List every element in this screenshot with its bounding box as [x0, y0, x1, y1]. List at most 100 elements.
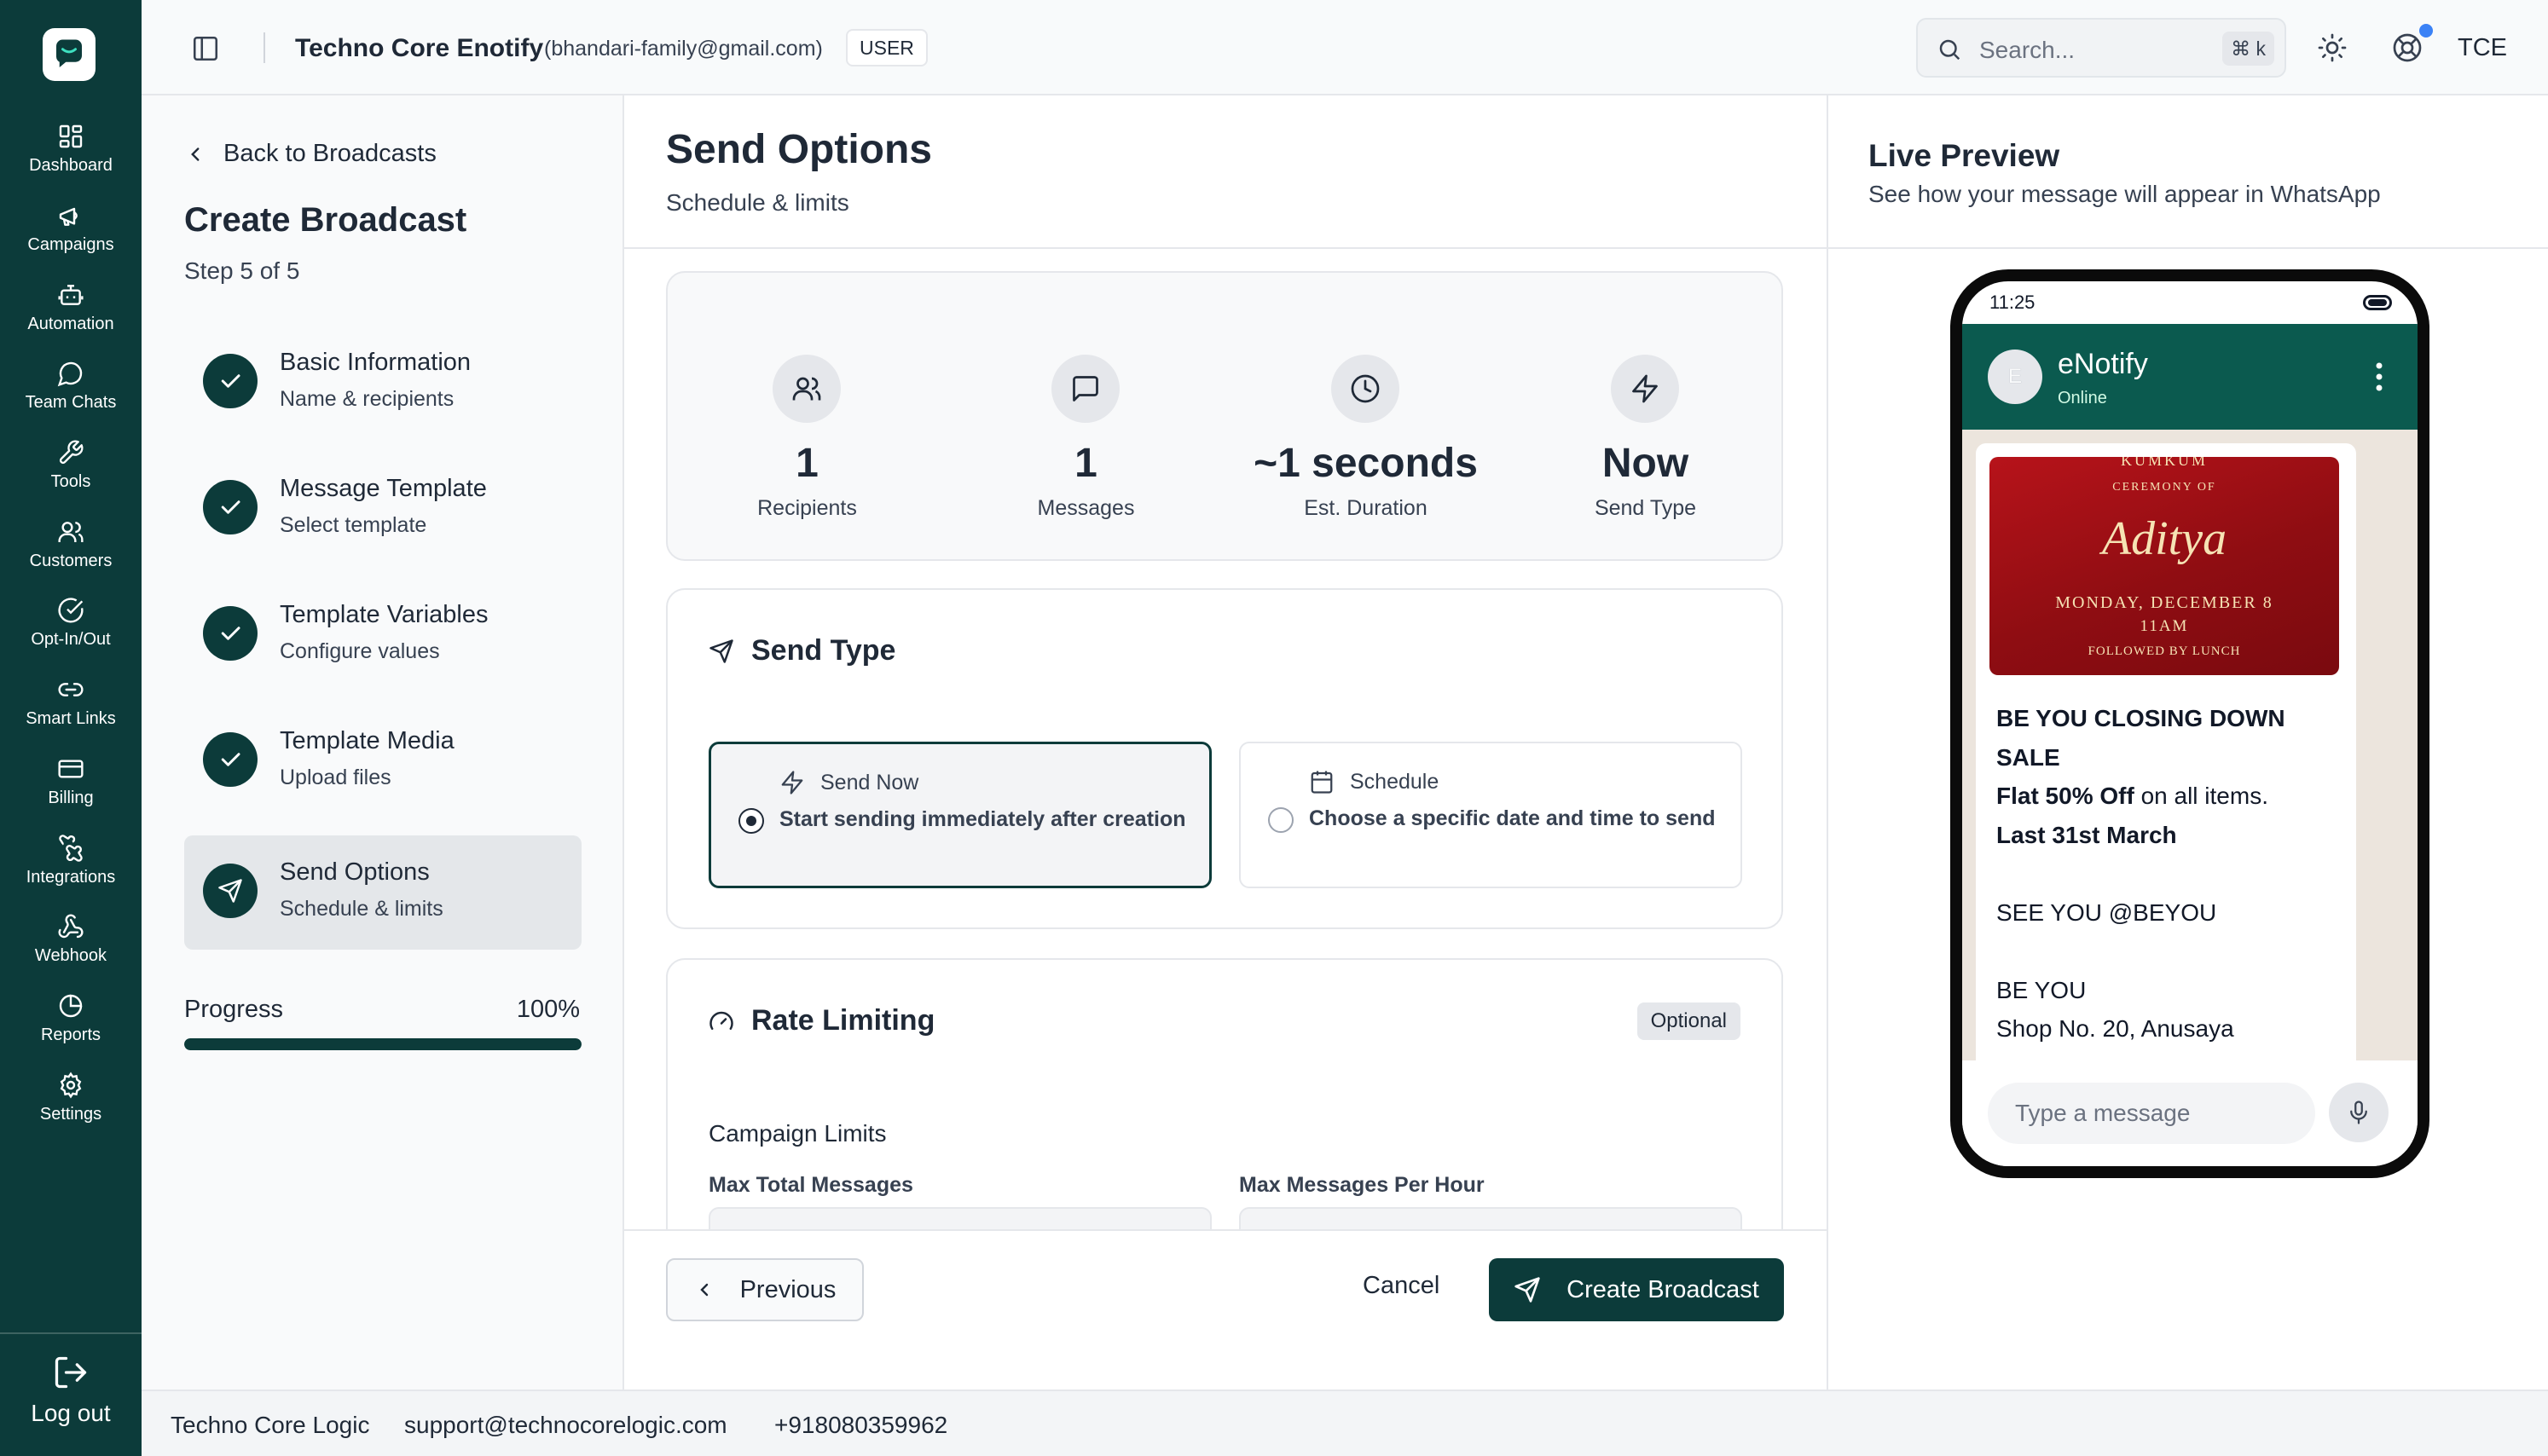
sidebar-item-label: Campaigns: [27, 235, 114, 255]
progress-bar-fill: [184, 1038, 582, 1050]
app-logo[interactable]: [43, 28, 96, 81]
back-label: Back to Broadcasts: [223, 140, 437, 167]
search-placeholder: Search...: [1979, 37, 2076, 63]
stat-icon-wrap: [1611, 355, 1679, 423]
chat-bubble-icon: [57, 362, 83, 387]
check-icon: [221, 753, 240, 766]
sidebar-nav: Dashboard Campaigns Automation Team Chat…: [0, 109, 142, 1136]
footer-phone[interactable]: +918080359962: [774, 1412, 947, 1439]
sidebar-item-automation[interactable]: Automation: [0, 267, 142, 346]
cancel-button[interactable]: Cancel: [1363, 1272, 1439, 1300]
more-vertical-icon[interactable]: [2375, 361, 2383, 392]
search-shortcut: ⌘ k: [2222, 32, 2274, 66]
check-icon: [221, 627, 240, 640]
sun-icon[interactable]: [2317, 32, 2348, 63]
step-desc: Name & recipients: [280, 387, 455, 411]
message-media-image: KUMKUM CEREMONY OF Aditya MONDAY, DECEMB…: [1989, 457, 2339, 675]
page-title: Send Options: [666, 127, 932, 172]
avatar-initial: E: [2007, 365, 2022, 388]
webhook-icon: [58, 914, 84, 939]
gear-icon: [60, 1072, 82, 1099]
option-desc: Choose a specific date and time to send: [1309, 806, 1716, 830]
create-broadcast-button[interactable]: Create Broadcast: [1489, 1258, 1784, 1321]
main-header: Send Options Schedule & limits: [624, 95, 1827, 249]
step-basic-information[interactable]: Basic Information Name & recipients: [184, 326, 582, 440]
account-email: (bhandari-family@gmail.com): [544, 37, 823, 61]
sidebar-toggle-icon[interactable]: [191, 34, 220, 63]
send-type-heading: Send Type: [709, 634, 895, 667]
card-title: Send Type: [751, 634, 896, 667]
message-square-icon: [1073, 376, 1098, 402]
message-line: Flat 50% Off: [1996, 783, 2134, 809]
optional-badge: Optional: [1636, 1002, 1740, 1040]
sidebar-item-customers[interactable]: Customers: [0, 504, 142, 583]
stat-label: Messages: [1037, 496, 1135, 520]
step-done-badge: [203, 606, 258, 661]
search-input[interactable]: Search... ⌘ k: [1916, 18, 2286, 78]
option-header: Send Now: [779, 770, 918, 795]
org-name: Techno Core Enotify: [295, 34, 544, 62]
lifebuoy-icon[interactable]: [2392, 32, 2423, 63]
page-subtitle: Schedule & limits: [666, 189, 849, 216]
user-menu[interactable]: TCE: [2458, 34, 2507, 62]
step-send-options[interactable]: Send Options Schedule & limits: [184, 835, 582, 950]
sidebar-item-opt-in-out[interactable]: Opt-In/Out: [0, 583, 142, 662]
step-template-variables[interactable]: Template Variables Configure values: [184, 578, 582, 692]
sidebar-item-webhook[interactable]: Webhook: [0, 899, 142, 979]
clock-icon: [1351, 374, 1380, 403]
main-scroll-area[interactable]: 1 Recipients 1 Messages ~1 seconds Est. …: [624, 251, 1827, 1325]
media-text: KUMKUM: [2120, 457, 2208, 469]
previous-button[interactable]: Previous: [666, 1258, 864, 1321]
sidebar-item-reports[interactable]: Reports: [0, 979, 142, 1058]
sidebar-item-label: Integrations: [26, 867, 116, 887]
sidebar-item-dashboard[interactable]: Dashboard: [0, 109, 142, 188]
step-template-media[interactable]: Template Media Upload files: [184, 704, 582, 818]
radio-button[interactable]: [738, 808, 764, 834]
link-icon: [58, 683, 84, 697]
mic-button[interactable]: [2329, 1083, 2389, 1142]
logout-icon: [55, 1356, 87, 1389]
card-title: Rate Limiting: [751, 1004, 935, 1037]
lightning-icon: [1632, 374, 1658, 403]
credit-card-icon: [58, 760, 84, 778]
stat-value: 1: [1074, 441, 1097, 486]
back-to-broadcasts-link[interactable]: Back to Broadcasts: [184, 140, 437, 168]
sidebar-item-billing[interactable]: Billing: [0, 742, 142, 821]
message-line: SEE YOU @BEYOU: [1996, 898, 2217, 926]
bot-icon: [58, 284, 84, 305]
max-total-messages-label: Max Total Messages: [709, 1173, 913, 1197]
send-now-option[interactable]: Send Now Start sending immediately after…: [709, 742, 1212, 888]
message-line: Shop No. 20, Anusaya: [1996, 1015, 2234, 1042]
sidebar-item-integrations[interactable]: Integrations: [0, 820, 142, 899]
step-done-badge: [203, 732, 258, 787]
role-badge: USER: [846, 29, 928, 66]
radio-button[interactable]: [1268, 807, 1294, 833]
step-message-template[interactable]: Message Template Select template: [184, 452, 582, 566]
sidebar-item-tools[interactable]: Tools: [0, 425, 142, 505]
message-input[interactable]: Type a message: [1988, 1083, 2315, 1144]
sidebar-item-label: Customers: [29, 551, 113, 570]
footer-email[interactable]: support@technocorelogic.com: [404, 1412, 727, 1439]
stat-icon-wrap: [1051, 355, 1120, 423]
stat-send-type: Now Send Type: [1506, 273, 1785, 563]
stat-messages: 1 Messages: [947, 273, 1225, 563]
sidebar-item-label: Webhook: [34, 946, 107, 966]
check-icon: [221, 374, 240, 388]
sidebar-item-campaigns[interactable]: Campaigns: [0, 188, 142, 268]
logout-button[interactable]: Log out: [0, 1354, 142, 1427]
message-line: BE YOU CLOSING DOWN SALE: [1996, 705, 2285, 771]
sidebar-item-team-chats[interactable]: Team Chats: [0, 346, 142, 425]
chat-area[interactable]: KUMKUM CEREMONY OF Aditya MONDAY, DECEMB…: [1962, 430, 2418, 1060]
microphone-icon: [2350, 1101, 2367, 1124]
sidebar-item-settings[interactable]: Settings: [0, 1057, 142, 1136]
sidebar-item-label: Automation: [27, 314, 114, 333]
users-icon: [58, 521, 84, 542]
phone-mockup: 11:25 E eNotify Online KUMKUM CEREMONY O…: [1950, 269, 2429, 1178]
check-circle-icon: [58, 598, 84, 623]
chevron-left-icon: [191, 147, 200, 161]
sidebar-item-smart-links[interactable]: Smart Links: [0, 662, 142, 742]
stat-label: Recipients: [757, 496, 857, 520]
schedule-option[interactable]: Schedule Choose a specific date and time…: [1239, 742, 1742, 888]
send-type-card: Send Type Send Now Start sending immedia…: [666, 588, 1783, 929]
logout-label: Log out: [31, 1400, 111, 1426]
